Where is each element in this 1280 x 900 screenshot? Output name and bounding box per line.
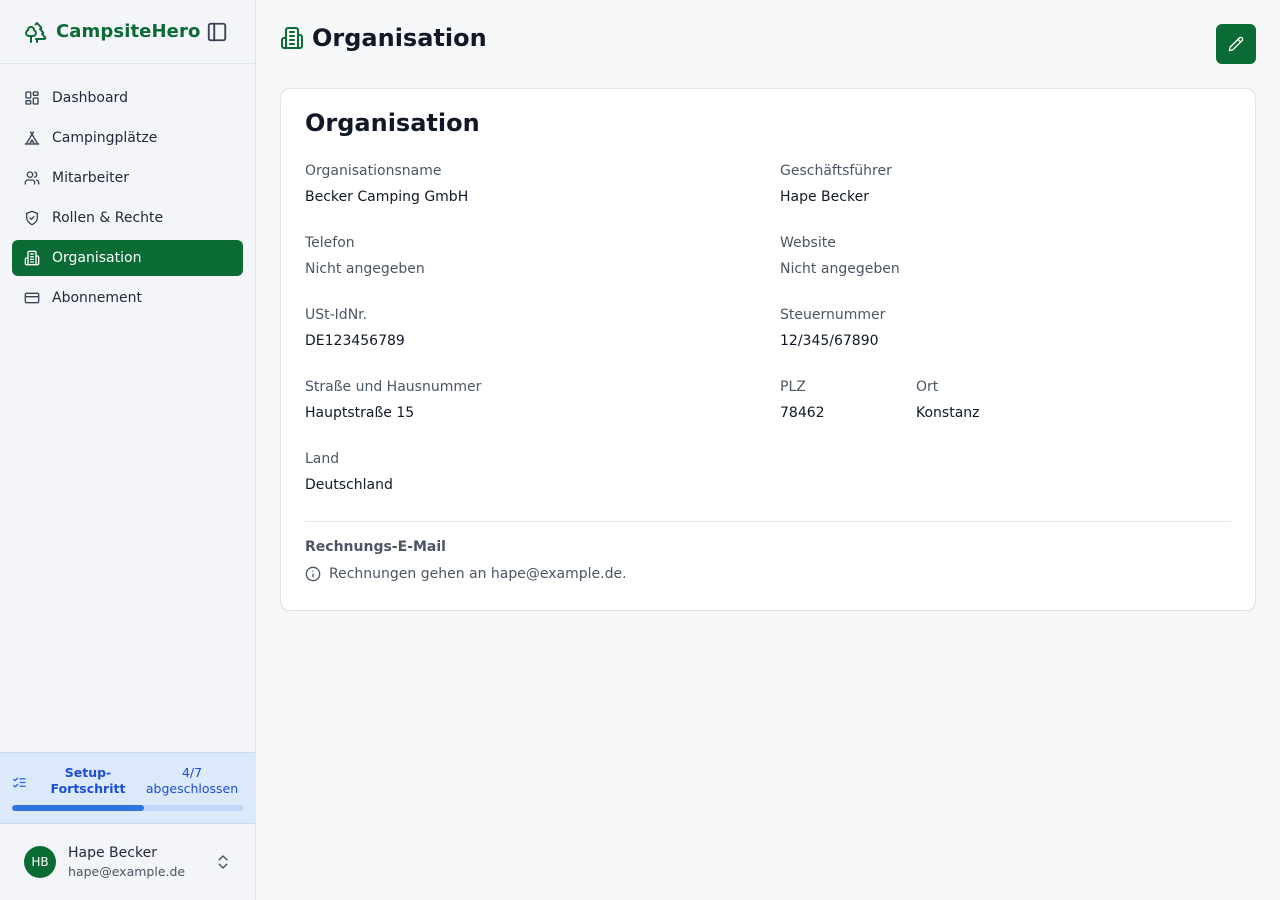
field-value: DE123456789 <box>305 333 405 349</box>
sidebar-item-label: Mitarbeiter <box>52 170 130 186</box>
pencil-icon <box>1228 36 1244 52</box>
field-label: Organisationsname <box>305 163 442 179</box>
sidebar-toggle-icon[interactable] <box>206 21 228 43</box>
field-label: USt-IdNr. <box>305 307 368 323</box>
page-header: Organisation <box>280 24 487 52</box>
page-title: Organisation <box>312 24 487 52</box>
field-label: PLZ <box>780 379 806 395</box>
main-content: Organisation Organisation Organisationsn… <box>256 0 1280 900</box>
sidebar-item-label: Organisation <box>52 250 142 266</box>
building-icon <box>24 250 40 266</box>
field-value: Konstanz <box>916 405 980 421</box>
sidebar-item-label: Rollen & Rechte <box>52 210 164 226</box>
setup-progress-title: Setup-Fortschritt <box>50 765 126 796</box>
sidebar-item-campingplaetze[interactable]: Campingplätze <box>12 120 243 156</box>
setup-progress-bar <box>12 805 243 811</box>
tent-icon <box>24 130 40 146</box>
setup-progress-fill <box>12 805 144 811</box>
field-city: Ort Konstanz <box>916 377 980 423</box>
field-label: Website <box>780 235 836 251</box>
organisation-card: Organisation Organisationsname Becker Ca… <box>280 88 1256 611</box>
billing-email-note: Rechnungen gehen an hape@example.de. <box>305 566 627 582</box>
sidebar-item-label: Dashboard <box>52 90 128 106</box>
field-phone: Telefon Nicht angegeben <box>305 233 425 279</box>
field-value: 12/345/67890 <box>780 333 879 349</box>
divider <box>305 521 1231 522</box>
field-zip: PLZ 78462 <box>780 377 825 423</box>
field-label: Telefon <box>305 235 355 251</box>
avatar: HB <box>24 846 56 878</box>
field-label: Straße und Hausnummer <box>305 379 482 395</box>
field-vat-id: USt-IdNr. DE123456789 <box>305 305 405 351</box>
field-value: Deutschland <box>305 477 393 493</box>
building-icon <box>280 26 304 50</box>
sidebar-item-mitarbeiter[interactable]: Mitarbeiter <box>12 160 243 196</box>
field-value: Nicht angegeben <box>780 261 900 277</box>
shield-check-icon <box>24 210 40 226</box>
sidebar-item-rollen-rechte[interactable]: Rollen & Rechte <box>12 200 243 236</box>
field-country: Land Deutschland <box>305 449 393 495</box>
field-label: Ort <box>916 379 939 395</box>
sidebar-item-label: Abonnement <box>52 290 143 306</box>
sidebar-nav: Dashboard Campingplätze Mitarbeiter Roll… <box>0 64 255 316</box>
field-ceo: Geschäftsführer Hape Becker <box>780 161 892 207</box>
billing-email-text: Rechnungen gehen an hape@example.de. <box>329 566 627 582</box>
user-menu[interactable]: HB Hape Becker hape@example.de <box>0 824 255 900</box>
field-value: Hape Becker <box>780 189 869 205</box>
field-value: 78462 <box>780 405 825 421</box>
user-email: hape@example.de <box>68 864 186 879</box>
setup-progress-count: 4/7 abgeschlossen <box>145 765 239 796</box>
field-street: Straße und Hausnummer Hauptstraße 15 <box>305 377 481 423</box>
sidebar-item-abonnement[interactable]: Abonnement <box>12 280 243 316</box>
field-label: Steuernummer <box>780 307 886 323</box>
field-value: Becker Camping GmbH <box>305 189 469 205</box>
field-org-name: Organisationsname Becker Camping GmbH <box>305 161 468 207</box>
info-icon <box>305 566 321 582</box>
users-icon <box>24 170 40 186</box>
billing-email-title: Rechnungs-E-Mail <box>305 539 446 555</box>
dashboard-icon <box>24 90 40 106</box>
sidebar-item-organisation[interactable]: Organisation <box>12 240 243 276</box>
field-value: Hauptstraße 15 <box>305 405 415 421</box>
field-label: Land <box>305 451 340 467</box>
sidebar-item-label: Campingplätze <box>52 130 158 146</box>
user-name: Hape Becker <box>68 845 157 861</box>
app-name: CampsiteHero <box>56 21 201 42</box>
trees-logo-icon <box>24 20 48 44</box>
list-checks-icon <box>12 775 27 790</box>
credit-card-icon <box>24 290 40 306</box>
brand: CampsiteHero <box>0 0 255 64</box>
chevrons-up-down-icon[interactable] <box>214 853 232 871</box>
field-website: Website Nicht angegeben <box>780 233 900 279</box>
sidebar-item-dashboard[interactable]: Dashboard <box>12 80 243 116</box>
field-value: Nicht angegeben <box>305 261 425 277</box>
field-tax-number: Steuernummer 12/345/67890 <box>780 305 885 351</box>
card-title: Organisation <box>305 109 480 137</box>
edit-button[interactable] <box>1216 24 1256 64</box>
field-label: Geschäftsführer <box>780 163 892 179</box>
sidebar: CampsiteHero Dashboard Campingplätze Mit… <box>0 0 256 900</box>
setup-progress[interactable]: Setup-Fortschritt 4/7 abgeschlossen <box>0 752 255 824</box>
